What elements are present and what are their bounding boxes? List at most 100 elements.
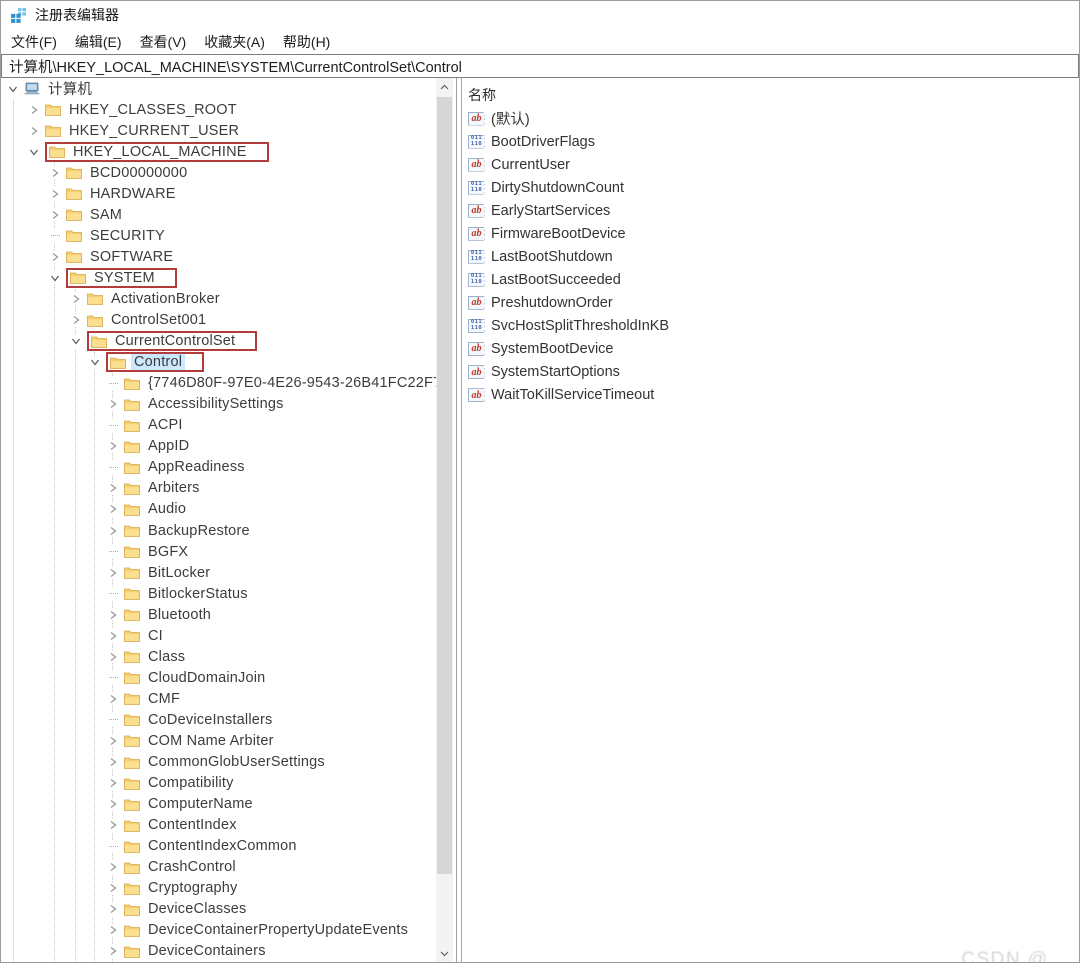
- value-row-lastbootsucceeded[interactable]: 011110LastBootSucceeded: [468, 268, 1079, 291]
- menu-item-f[interactable]: 文件(F): [2, 32, 66, 52]
- chevron-right-icon[interactable]: [107, 608, 119, 621]
- chevron-down-icon[interactable]: [49, 271, 61, 284]
- value-row-waittokillservicetimeout[interactable]: abWaitToKillServiceTimeout: [468, 384, 1079, 407]
- tree-item-accessibilitysettings[interactable]: AccessibilitySettings: [1, 394, 436, 415]
- tree-item-appreadiness[interactable]: AppReadiness: [1, 457, 436, 478]
- menu-item-a[interactable]: 收藏夹(A): [195, 32, 274, 52]
- value-row-preshutdownorder[interactable]: abPreshutdownOrder: [468, 291, 1079, 314]
- chevron-right-icon[interactable]: [107, 503, 119, 516]
- chevron-right-icon[interactable]: [49, 166, 61, 179]
- chevron-down-icon[interactable]: [7, 82, 19, 95]
- tree-item-clouddomainjoin[interactable]: CloudDomainJoin: [1, 667, 436, 688]
- chevron-down-icon[interactable]: [28, 145, 40, 158]
- chevron-right-icon[interactable]: [49, 187, 61, 200]
- tree-item-cmf[interactable]: CMF: [1, 688, 436, 709]
- chevron-right-icon[interactable]: [107, 924, 119, 937]
- value-row-systemstartoptions[interactable]: abSystemStartOptions: [468, 361, 1079, 384]
- value-name: PreshutdownOrder: [489, 295, 615, 311]
- tree-item-software[interactable]: SOFTWARE: [1, 246, 436, 267]
- chevron-right-icon[interactable]: [49, 208, 61, 221]
- tree-item-devicecontainerpropertyupdateevents[interactable]: DeviceContainerPropertyUpdateEvents: [1, 920, 436, 941]
- tree-item-cryptography[interactable]: Cryptography: [1, 878, 436, 899]
- tree-item-currentcontrolset[interactable]: CurrentControlSet: [1, 331, 436, 352]
- tree-item-ci[interactable]: CI: [1, 625, 436, 646]
- tree-item-hkey-classes-root[interactable]: HKEY_CLASSES_ROOT: [1, 99, 436, 120]
- value-row-earlystartservices[interactable]: abEarlyStartServices: [468, 199, 1079, 222]
- chevron-right-icon[interactable]: [49, 250, 61, 263]
- chevron-right-icon[interactable]: [28, 103, 40, 116]
- tree-item-system[interactable]: SYSTEM: [1, 267, 436, 288]
- tree-item-class[interactable]: Class: [1, 646, 436, 667]
- chevron-right-icon[interactable]: [107, 861, 119, 874]
- chevron-right-icon[interactable]: [70, 314, 82, 327]
- tree-item-7746d80f-97e0-4e26-9543-26b41fc22f7[interactable]: {7746D80F-97E0-4E26-9543-26B41FC22F7: [1, 373, 436, 394]
- chevron-right-icon[interactable]: [107, 777, 119, 790]
- value-row-bootdriverflags[interactable]: 011110BootDriverFlags: [468, 130, 1079, 153]
- tree-item-computername[interactable]: ComputerName: [1, 794, 436, 815]
- tree-item-bitlocker[interactable]: BitLocker: [1, 562, 436, 583]
- chevron-right-icon[interactable]: [107, 945, 119, 958]
- tree-item-deviceclasses[interactable]: DeviceClasses: [1, 899, 436, 920]
- string-value-icon: ab: [468, 112, 485, 126]
- chevron-right-icon[interactable]: [107, 524, 119, 537]
- value-row-item[interactable]: ab(默认): [468, 107, 1079, 130]
- scrollbar-down-icon[interactable]: [436, 945, 453, 962]
- tree-item-compatibility[interactable]: Compatibility: [1, 773, 436, 794]
- tree-item-contentindex[interactable]: ContentIndex: [1, 815, 436, 836]
- value-row-currentuser[interactable]: abCurrentUser: [468, 153, 1079, 176]
- menu-item-e[interactable]: 编辑(E): [66, 32, 131, 52]
- tree-item-bcd00000000[interactable]: BCD00000000: [1, 162, 436, 183]
- value-row-systembootdevice[interactable]: abSystemBootDevice: [468, 337, 1079, 360]
- chevron-right-icon[interactable]: [28, 124, 40, 137]
- value-row-lastbootshutdown[interactable]: 011110LastBootShutdown: [468, 245, 1079, 268]
- chevron-right-icon[interactable]: [107, 629, 119, 642]
- chevron-right-icon[interactable]: [107, 756, 119, 769]
- chevron-right-icon[interactable]: [107, 566, 119, 579]
- tree-item-codeviceinstallers[interactable]: CoDeviceInstallers: [1, 709, 436, 730]
- tree-item-control[interactable]: Control: [1, 352, 436, 373]
- chevron-right-icon[interactable]: [107, 819, 119, 832]
- chevron-right-icon[interactable]: [107, 882, 119, 895]
- menu-item-v[interactable]: 查看(V): [131, 32, 196, 52]
- tree-item-item[interactable]: 计算机: [1, 78, 436, 99]
- tree-item-crashcontrol[interactable]: CrashControl: [1, 857, 436, 878]
- tree-item-bgfx[interactable]: BGFX: [1, 541, 436, 562]
- tree-item-hkey-local-machine[interactable]: HKEY_LOCAL_MACHINE: [1, 141, 436, 162]
- tree-item-appid[interactable]: AppID: [1, 436, 436, 457]
- tree-scrollbar[interactable]: [436, 78, 453, 962]
- chevron-right-icon[interactable]: [107, 692, 119, 705]
- tree-item-controlset001[interactable]: ControlSet001: [1, 310, 436, 331]
- chevron-down-icon[interactable]: [89, 356, 101, 369]
- scrollbar-up-icon[interactable]: [436, 78, 453, 95]
- chevron-right-icon[interactable]: [107, 734, 119, 747]
- value-row-dirtyshutdowncount[interactable]: 011110DirtyShutdownCount: [468, 176, 1079, 199]
- menu-item-h[interactable]: 帮助(H): [274, 32, 339, 52]
- value-row-svchostsplitthresholdinkb[interactable]: 011110SvcHostSplitThresholdInKB: [468, 314, 1079, 337]
- chevron-right-icon[interactable]: [107, 650, 119, 663]
- tree-item-com-name-arbiter[interactable]: COM Name Arbiter: [1, 730, 436, 751]
- tree-item-commonglobusersettings[interactable]: CommonGlobUserSettings: [1, 752, 436, 773]
- tree-item-devicecontainers[interactable]: DeviceContainers: [1, 941, 436, 962]
- chevron-right-icon[interactable]: [107, 798, 119, 811]
- tree-item-acpi[interactable]: ACPI: [1, 415, 436, 436]
- tree-item-activationbroker[interactable]: ActivationBroker: [1, 288, 436, 309]
- tree-item-audio[interactable]: Audio: [1, 499, 436, 520]
- scrollbar-thumb[interactable]: [437, 97, 452, 874]
- tree-item-hkey-current-user[interactable]: HKEY_CURRENT_USER: [1, 120, 436, 141]
- tree-item-backuprestore[interactable]: BackupRestore: [1, 520, 436, 541]
- tree-item-sam[interactable]: SAM: [1, 204, 436, 225]
- chevron-right-icon[interactable]: [107, 440, 119, 453]
- value-row-firmwarebootdevice[interactable]: abFirmwareBootDevice: [468, 222, 1079, 245]
- tree-item-arbiters[interactable]: Arbiters: [1, 478, 436, 499]
- address-bar[interactable]: 计算机\HKEY_LOCAL_MACHINE\SYSTEM\CurrentCon…: [1, 54, 1079, 78]
- tree-item-hardware[interactable]: HARDWARE: [1, 183, 436, 204]
- tree-item-bluetooth[interactable]: Bluetooth: [1, 604, 436, 625]
- tree-item-security[interactable]: SECURITY: [1, 225, 436, 246]
- chevron-down-icon[interactable]: [70, 335, 82, 348]
- tree-item-contentindexcommon[interactable]: ContentIndexCommon: [1, 836, 436, 857]
- chevron-right-icon[interactable]: [107, 398, 119, 411]
- chevron-right-icon[interactable]: [107, 482, 119, 495]
- chevron-right-icon[interactable]: [70, 292, 82, 305]
- tree-item-bitlockerstatus[interactable]: BitlockerStatus: [1, 583, 436, 604]
- chevron-right-icon[interactable]: [107, 903, 119, 916]
